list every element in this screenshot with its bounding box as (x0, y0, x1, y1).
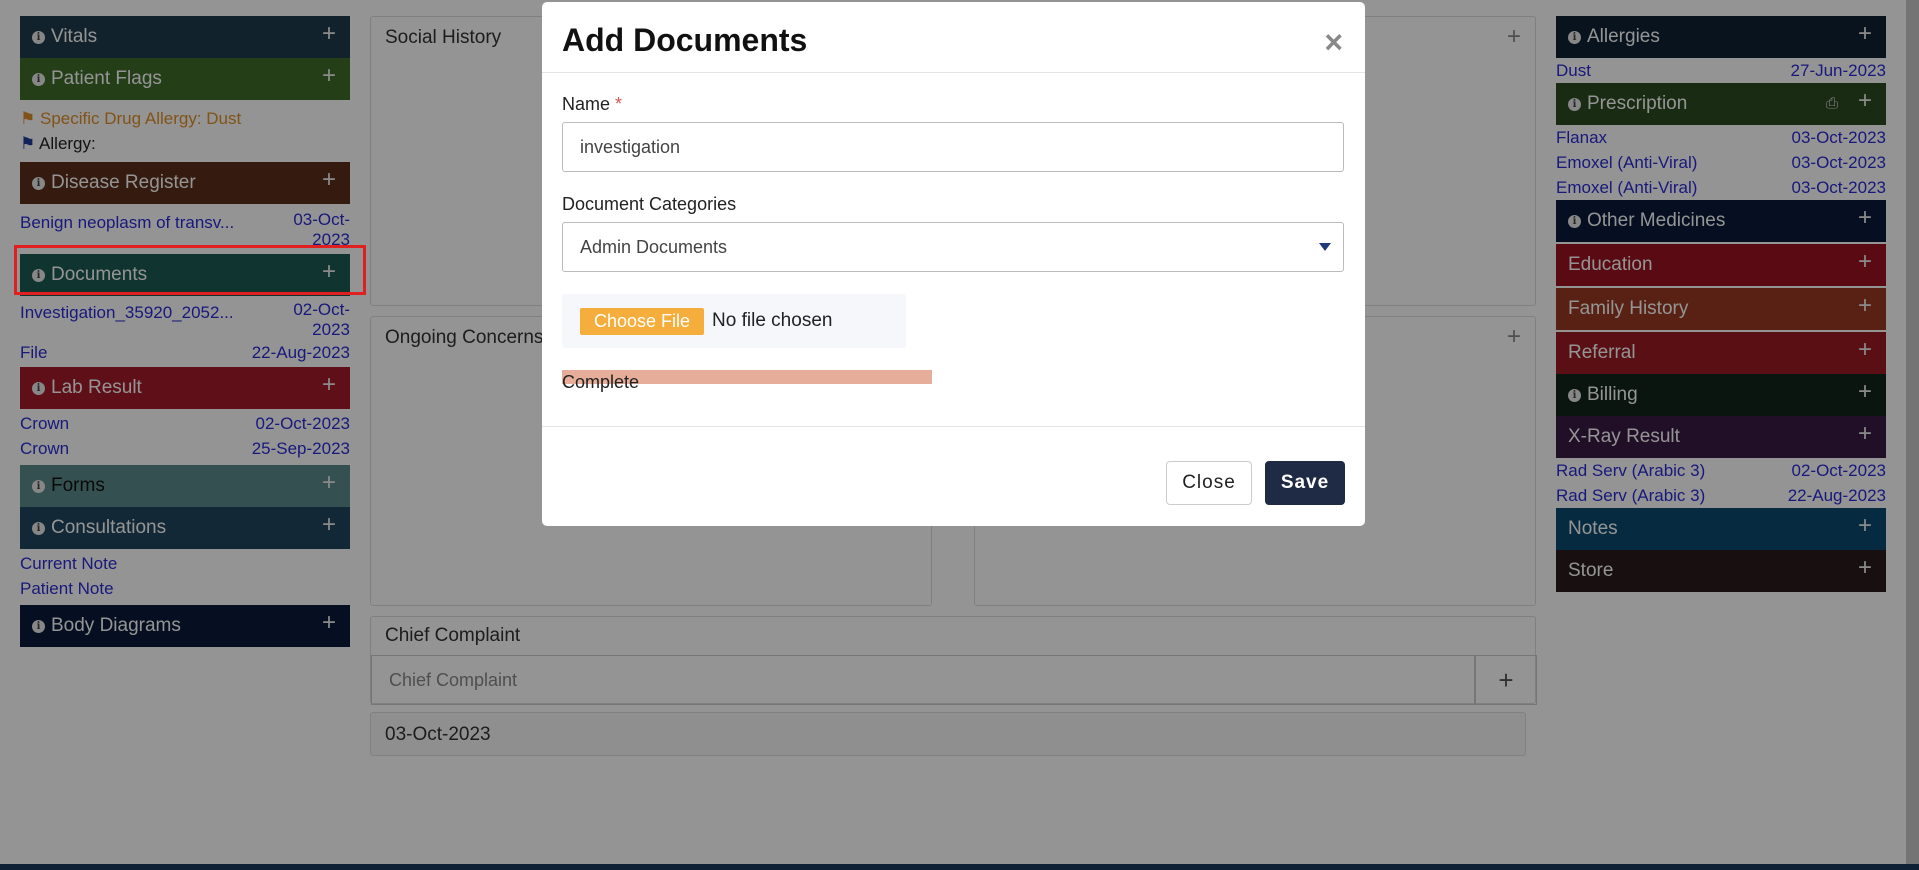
modal-title: Add Documents (562, 22, 808, 58)
category-select[interactable]: Admin Documents (562, 222, 1344, 272)
name-label: Name * (562, 94, 623, 114)
add-documents-modal: Add Documents × Name * investigation Doc… (542, 2, 1365, 526)
file-upload[interactable]: Choose File No file chosen (562, 294, 906, 348)
choose-file-button[interactable]: Choose File (580, 307, 705, 335)
category-label: Document Categories (562, 194, 737, 214)
modal-header-divider (542, 72, 1365, 73)
progress-label: Complete (562, 372, 640, 392)
modal-footer-divider (542, 426, 1365, 427)
close-icon[interactable]: × (1324, 24, 1343, 61)
category-value: Admin Documents (580, 236, 728, 257)
save-button[interactable]: Save (1265, 461, 1345, 505)
name-input[interactable]: investigation (562, 122, 1344, 172)
file-status: No file chosen (712, 310, 833, 331)
chevron-down-icon (1319, 243, 1331, 251)
documents-highlight (14, 245, 366, 295)
close-button[interactable]: Close (1166, 461, 1252, 505)
